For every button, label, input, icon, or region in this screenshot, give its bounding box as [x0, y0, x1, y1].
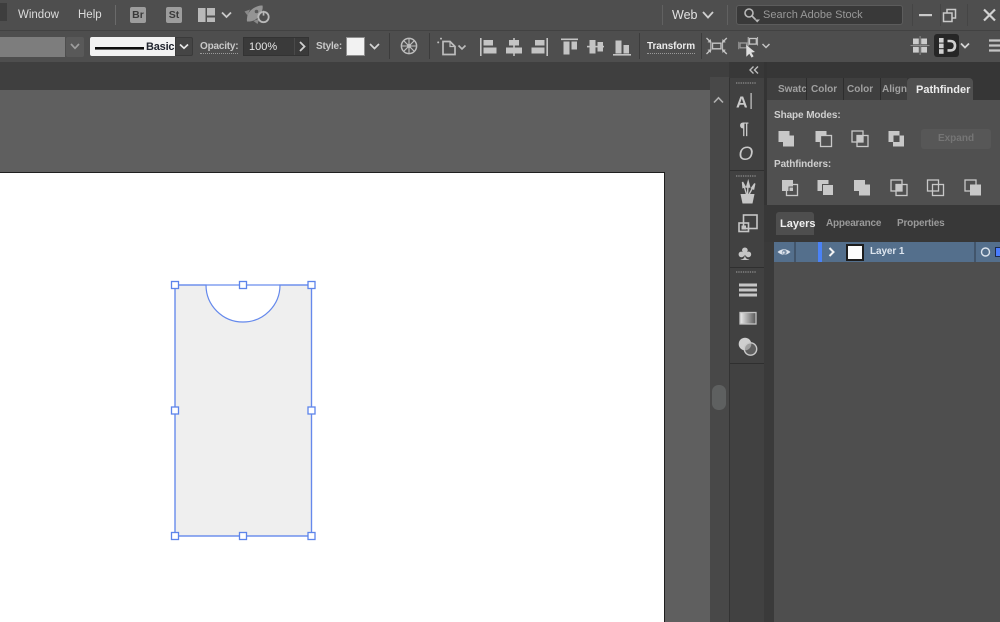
svg-text:¶: ¶ [740, 119, 749, 138]
svg-text:♣: ♣ [738, 242, 752, 265]
svg-text:O: O [739, 144, 754, 165]
svg-text:A: A [736, 95, 748, 112]
